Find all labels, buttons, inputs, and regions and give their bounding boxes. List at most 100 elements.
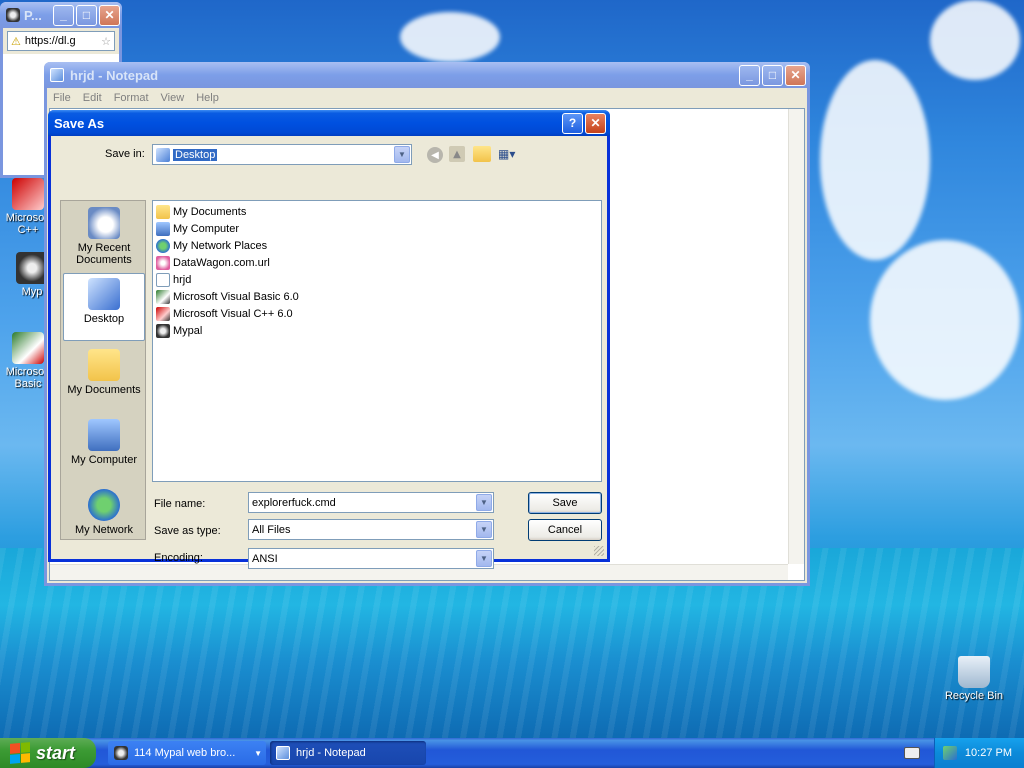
url-icon xyxy=(156,255,170,270)
file-name: My Documents xyxy=(173,205,247,218)
menu-help[interactable]: Help xyxy=(196,92,219,104)
save-as-type-label: Save as type: xyxy=(154,525,221,537)
place-my-network[interactable]: My Network xyxy=(63,485,145,553)
menu-view[interactable]: View xyxy=(161,92,185,104)
places-bar: My Recent Documents Desktop My Documents… xyxy=(60,200,146,540)
text-file-icon xyxy=(156,272,170,287)
shortcut-icon xyxy=(156,289,170,304)
url-bar[interactable]: ⚠ https://dl.g ☆ xyxy=(7,31,115,51)
minimize-button[interactable]: _ xyxy=(53,4,74,26)
maximize-button[interactable]: □ xyxy=(762,64,783,86)
windows-logo-icon xyxy=(10,742,30,764)
view-menu-icon[interactable]: ▦▾ xyxy=(498,146,522,162)
list-item[interactable]: Microsoft Visual Basic 6.0 xyxy=(156,288,299,305)
menu-edit[interactable]: Edit xyxy=(83,92,102,104)
shortcut-icon xyxy=(156,306,170,321)
list-item[interactable]: Microsoft Visual C++ 6.0 xyxy=(156,305,293,322)
network-status-icon[interactable] xyxy=(942,746,957,760)
cancel-button[interactable]: Cancel xyxy=(528,519,602,541)
chevron-down-icon[interactable]: ▼ xyxy=(394,146,410,163)
save-button[interactable]: Save xyxy=(528,492,602,514)
chevron-down-icon[interactable]: ▼ xyxy=(476,494,492,511)
chevron-down-icon[interactable]: ▼ xyxy=(476,521,492,538)
place-label: My Recent Documents xyxy=(76,242,132,266)
close-button[interactable]: ✕ xyxy=(785,64,806,86)
place-desktop[interactable]: Desktop xyxy=(63,273,145,341)
cloud xyxy=(820,60,930,260)
encoding-dropdown[interactable]: ANSI ▼ xyxy=(248,548,494,569)
system-tray: 10:27 PM xyxy=(934,738,1024,768)
vertical-scrollbar[interactable] xyxy=(788,109,804,564)
file-name: My Computer xyxy=(173,222,240,235)
list-item[interactable]: My Network Places xyxy=(156,237,267,254)
taskbar: start 114 Mypal web bro... ▼ hrjd - Note… xyxy=(0,738,1024,768)
notepad-titlebar[interactable]: hrjd - Notepad _ □ ✕ xyxy=(44,62,810,88)
list-item[interactable]: My Computer xyxy=(156,220,239,237)
mypal-icon xyxy=(114,746,128,760)
computer-icon xyxy=(88,419,120,451)
browser-title: P... xyxy=(24,7,42,23)
list-item[interactable]: My Documents xyxy=(156,203,246,220)
desktop-icon xyxy=(156,147,170,162)
warning-icon: ⚠ xyxy=(11,35,21,48)
task-label: 114 Mypal web bro... xyxy=(134,747,236,759)
place-label: Desktop xyxy=(83,313,125,325)
dialog-titlebar[interactable]: Save As ? ✕ xyxy=(48,110,610,136)
dialog-body: Save in: Desktop ▼ ◀ ▲ ▦▾ My Recent Docu… xyxy=(51,136,607,569)
save-in-label: Save in: xyxy=(105,148,145,160)
file-name: hrjd xyxy=(173,273,192,286)
file-name-input[interactable]: explorerfuck.cmd ▼ xyxy=(248,492,494,513)
resize-grip-icon[interactable] xyxy=(594,546,604,556)
close-button[interactable]: ✕ xyxy=(99,4,120,26)
computer-icon xyxy=(156,221,170,236)
cloud xyxy=(400,12,500,62)
place-my-computer[interactable]: My Computer xyxy=(63,415,145,483)
desktop-icon-label: Recycle Bin xyxy=(944,690,1004,702)
browser-toolbar: ⚠ https://dl.g ☆ xyxy=(3,28,119,54)
list-item[interactable]: Mypal xyxy=(156,322,202,339)
place-my-recent-documents[interactable]: My Recent Documents xyxy=(63,203,145,271)
file-name-value: explorerfuck.cmd xyxy=(252,496,336,509)
list-item[interactable]: hrjd xyxy=(156,271,191,288)
file-list[interactable]: My Documents My Computer My Network Plac… xyxy=(152,200,602,482)
taskbar-item-mypal[interactable]: 114 Mypal web bro... ▼ xyxy=(108,741,266,765)
maximize-button[interactable]: □ xyxy=(76,4,97,26)
mypal-icon xyxy=(6,8,20,22)
browser-titlebar[interactable]: P... _ □ ✕ xyxy=(0,2,122,28)
file-name: My Network Places xyxy=(173,239,268,252)
save-as-dialog[interactable]: Save As ? ✕ Save in: Desktop ▼ ◀ ▲ ▦▾ My… xyxy=(48,110,610,569)
menu-format[interactable]: Format xyxy=(114,92,149,104)
save-in-dropdown[interactable]: Desktop ▼ xyxy=(152,144,412,165)
up-folder-icon[interactable]: ▲ xyxy=(449,146,465,162)
folder-icon xyxy=(88,349,120,381)
back-icon[interactable]: ◀ xyxy=(427,147,443,163)
close-button[interactable]: ✕ xyxy=(585,112,606,134)
cloud xyxy=(930,0,1020,80)
desktop-icon-label: Myp xyxy=(21,286,43,298)
bookmark-star-icon[interactable]: ☆ xyxy=(101,35,111,48)
dialog-title: Save As xyxy=(54,115,105,131)
menu-file[interactable]: File xyxy=(53,92,71,104)
new-folder-icon[interactable] xyxy=(473,146,491,162)
list-item[interactable]: DataWagon.com.url xyxy=(156,254,270,271)
cloud xyxy=(870,240,1020,400)
keyboard-icon[interactable] xyxy=(904,747,920,759)
save-as-type-value: All Files xyxy=(252,523,291,536)
taskbar-item-notepad[interactable]: hrjd - Notepad xyxy=(270,741,426,765)
start-button[interactable]: start xyxy=(0,738,96,768)
msvb-icon xyxy=(12,332,44,364)
save-as-type-dropdown[interactable]: All Files ▼ xyxy=(248,519,494,540)
url-text: https://dl.g xyxy=(24,35,76,47)
desktop-icon-recycle-bin[interactable]: Recycle Bin xyxy=(942,656,1006,702)
place-label: My Documents xyxy=(67,384,141,396)
notepad-icon xyxy=(276,746,290,760)
place-my-documents[interactable]: My Documents xyxy=(63,345,145,413)
chevron-down-icon[interactable]: ▼ xyxy=(476,550,492,567)
start-label: start xyxy=(36,742,76,763)
file-name: Microsoft Visual Basic 6.0 xyxy=(173,290,299,303)
recent-documents-icon xyxy=(88,207,120,239)
clock[interactable]: 10:27 PM xyxy=(965,747,1012,759)
minimize-button[interactable]: _ xyxy=(739,64,760,86)
help-button[interactable]: ? xyxy=(562,112,583,134)
folder-icon xyxy=(156,204,170,219)
